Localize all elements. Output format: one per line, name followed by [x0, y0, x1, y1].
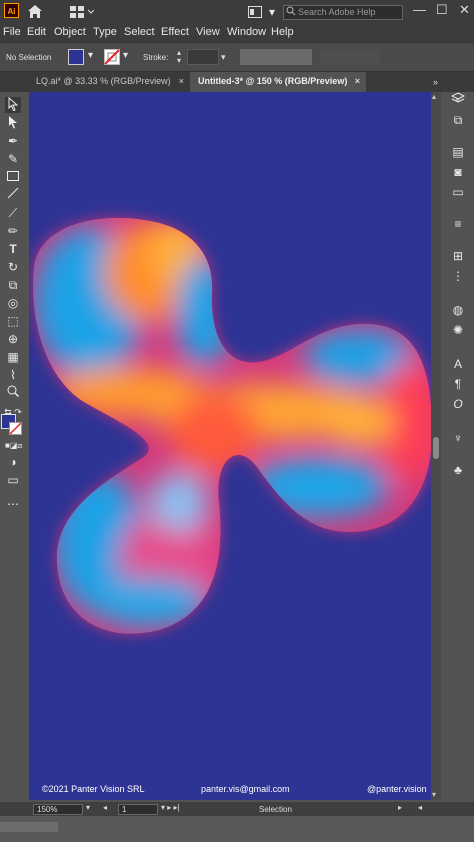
- tab-overflow-icon[interactable]: »: [433, 77, 438, 87]
- tab-label: LQ.ai* @ 33.33 % (RGB/Preview): [36, 76, 171, 86]
- rotate-tool-icon[interactable]: ↻: [5, 259, 21, 275]
- zoom-tool-icon[interactable]: [5, 385, 21, 401]
- color-panel-icon[interactable]: ◙: [450, 164, 466, 180]
- menu-effect[interactable]: Effect: [161, 26, 189, 38]
- zoom-dropdown-icon[interactable]: ▾: [86, 803, 90, 812]
- tab-close-icon[interactable]: ×: [179, 72, 184, 91]
- previous-artboard-icon[interactable]: ◂: [103, 803, 107, 812]
- paintbrush-tool-icon[interactable]: ⟋: [5, 205, 21, 221]
- artboard-dropdown-icon[interactable]: ▾ ▸ ▸|: [161, 803, 180, 812]
- transform-panel-icon[interactable]: ⋮: [450, 268, 466, 284]
- drawing-modes-icon[interactable]: ◑: [5, 454, 21, 470]
- stroke-box[interactable]: [9, 422, 22, 438]
- current-tool-status: Selection: [259, 805, 292, 814]
- scroll-down-arrow-icon[interactable]: ▾: [432, 790, 436, 799]
- type-tool-icon[interactable]: T: [5, 241, 21, 257]
- properties-panel-icon[interactable]: ▤: [450, 144, 466, 160]
- color-mode-icons[interactable]: ■◪⧄: [5, 438, 22, 454]
- tab-close-icon[interactable]: ×: [355, 72, 360, 91]
- free-transform-tool-icon[interactable]: ⬚: [5, 313, 21, 329]
- eyedropper-tool-icon[interactable]: ⌇: [5, 367, 21, 383]
- arrange-documents-icon[interactable]: [248, 6, 262, 21]
- line-segment-tool-icon[interactable]: [5, 187, 21, 203]
- menu-help[interactable]: Help: [271, 26, 294, 38]
- zoom-level-field[interactable]: 150%: [33, 804, 83, 815]
- artboard-number-field[interactable]: 1: [118, 804, 158, 815]
- illustrator-logo: Ai: [4, 3, 19, 18]
- fill-dropdown-chevron-icon[interactable]: ▾: [88, 50, 93, 61]
- gradient-panel-icon[interactable]: ▭: [450, 184, 466, 200]
- panel-dock: « ⧉ ▤ ◙ ▭ ≡ ⊞ ⋮ ◍ ✺ A ¶ O ♆ ♣: [441, 92, 474, 800]
- vertical-scroll-thumb[interactable]: [433, 437, 439, 459]
- menu-object[interactable]: Object: [54, 26, 86, 38]
- home-icon[interactable]: [27, 4, 43, 22]
- dropdown-chevron-icon[interactable]: ▾: [269, 5, 275, 19]
- maximize-button[interactable]: ☐: [436, 2, 448, 18]
- variable-width-profile-dropdown[interactable]: [240, 49, 312, 65]
- menu-view[interactable]: View: [196, 26, 220, 38]
- gradient-blob-artwork: [33, 217, 432, 634]
- stroke-weight-dropdown-icon[interactable]: ▾: [221, 49, 231, 65]
- menu-file[interactable]: File: [3, 26, 21, 38]
- edit-toolbar-icon[interactable]: ⋯: [5, 496, 21, 512]
- paragraph-panel-icon[interactable]: ¶: [450, 376, 466, 392]
- selection-tool-icon[interactable]: [5, 96, 21, 113]
- perspective-grid-tool-icon[interactable]: ▦: [5, 349, 21, 365]
- fill-color-swatch[interactable]: [68, 49, 84, 65]
- menu-select[interactable]: Select: [124, 26, 155, 38]
- search-input[interactable]: Search Adobe Help: [283, 5, 403, 20]
- email-text: panter.vis@gmail.com: [201, 784, 290, 794]
- warp-tool-icon[interactable]: ◎: [5, 295, 21, 311]
- minimize-button[interactable]: —: [413, 2, 426, 17]
- transparency-panel-icon[interactable]: ◍: [450, 302, 466, 318]
- scale-tool-icon[interactable]: ⧉: [5, 277, 21, 293]
- direct-selection-tool-icon[interactable]: [5, 115, 21, 131]
- curvature-tool-icon[interactable]: ✎: [5, 151, 21, 167]
- artboards-panel-icon[interactable]: ⧉: [450, 112, 466, 128]
- copyright-text: ©2021 Panter Vision SRL: [42, 784, 145, 794]
- tools-panel: ✒ ✎ ⟋ ✏ T ↻ ⧉ ◎ ⬚ ⊕ ▦ ⌇ ⇆ ↷ ■◪⧄ ◑ ▭ ⋯: [0, 92, 27, 800]
- stroke-weight-input[interactable]: [187, 49, 219, 65]
- stroke-none-swatch[interactable]: [104, 49, 120, 68]
- scroll-up-arrow-icon[interactable]: ▴: [432, 92, 436, 101]
- puppet-warp-icon[interactable]: ♆: [450, 430, 466, 446]
- symbols-panel-icon[interactable]: ♣: [450, 462, 466, 478]
- search-icon: [286, 6, 296, 19]
- horizontal-scroll-thumb[interactable]: [0, 822, 58, 832]
- stroke-weight-stepper[interactable]: ▴ ▾: [174, 49, 184, 65]
- vertical-scrollbar[interactable]: ▴ ▾: [431, 92, 441, 800]
- social-handle-text: @panter.vision: [367, 784, 427, 794]
- character-panel-icon[interactable]: A: [450, 356, 466, 372]
- stroke-label: Stroke:: [143, 53, 169, 62]
- document-tab-untitled-3[interactable]: Untitled-3* @ 150 % (RGB/Preview) ×: [190, 72, 366, 92]
- document-tab-lq[interactable]: LQ.ai* @ 33.33 % (RGB/Preview) ×: [28, 72, 190, 92]
- menu-type[interactable]: Type: [93, 26, 117, 38]
- screen-mode-icon[interactable]: ▭: [5, 472, 21, 488]
- selection-status: No Selection: [6, 53, 52, 62]
- close-button[interactable]: ✕: [459, 2, 470, 18]
- menu-window[interactable]: Window: [227, 26, 266, 38]
- opentype-panel-icon[interactable]: O: [450, 396, 466, 412]
- shape-builder-tool-icon[interactable]: ⊕: [5, 331, 21, 347]
- layers-panel-icon[interactable]: [450, 92, 466, 108]
- pencil-tool-icon[interactable]: ✏: [5, 223, 21, 239]
- status-menu-icon[interactable]: ▸: [398, 803, 402, 812]
- rectangle-tool-icon[interactable]: [5, 169, 21, 185]
- menu-edit[interactable]: Edit: [27, 26, 46, 38]
- artboard[interactable]: ©2021 Panter Vision SRL panter.vis@gmail…: [29, 92, 432, 800]
- horizontal-scrollbar[interactable]: [0, 816, 474, 842]
- stroke-panel-icon[interactable]: ≡: [450, 216, 466, 232]
- workspace-layout-icon[interactable]: [70, 6, 95, 21]
- align-panel-icon[interactable]: ⊞: [450, 248, 466, 264]
- brush-definition-dropdown[interactable]: [320, 49, 380, 65]
- tab-label: Untitled-3* @ 150 % (RGB/Preview): [198, 76, 348, 86]
- stroke-dropdown-chevron-icon[interactable]: ▾: [123, 50, 128, 61]
- scroll-left-arrow-icon[interactable]: ◂: [418, 803, 422, 812]
- appearance-panel-icon[interactable]: ✺: [450, 322, 466, 338]
- pen-tool-icon[interactable]: ✒: [5, 133, 21, 149]
